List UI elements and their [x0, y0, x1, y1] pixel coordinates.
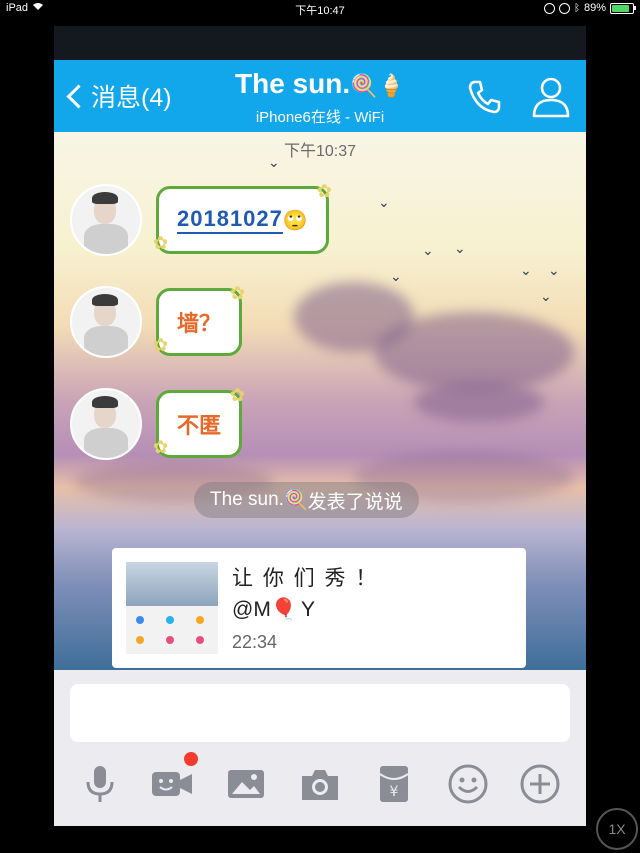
battery-percent: 89%: [583, 2, 606, 14]
message-text: 不匿: [177, 413, 222, 438]
avatar-body: [84, 224, 128, 254]
zoom-speed-button[interactable]: 1X: [596, 808, 638, 850]
image-icon: [228, 770, 264, 798]
message-bubble[interactable]: ✿ ✿ 墙？: [153, 283, 245, 356]
bird-icon: ⌄: [454, 240, 466, 256]
avatar-hair: [92, 396, 118, 408]
camera-button[interactable]: [298, 762, 342, 806]
notice-action: 发表了说说: [307, 491, 403, 513]
message-input[interactable]: [70, 684, 570, 742]
image-button[interactable]: [224, 762, 268, 806]
contact-name-text: The sun.: [235, 68, 351, 99]
mention-prefix: @M: [232, 598, 271, 621]
message-text: 墙？: [177, 311, 222, 336]
input-panel: ¥: [54, 670, 586, 826]
red-packet-icon: ¥: [379, 766, 409, 802]
video-call-icon: [152, 772, 192, 796]
message-bubble[interactable]: ✿ ✿ 20181027 🙄: [153, 181, 332, 254]
thumbnail-app-icon: [196, 616, 204, 624]
flower-decoration-icon: ✿: [153, 437, 169, 457]
phone-screen: 消息(4) The sun.🍭🍦 iPhone6在线 - WiFi ⌄ ⌄ ⌄ …: [54, 26, 586, 826]
post-mention: @M🎈 Y: [232, 598, 315, 622]
flower-decoration-icon: ✿: [229, 283, 246, 303]
shared-post-card[interactable]: 让 你 们 秀 ！ @M🎈 Y 22:34: [112, 548, 526, 668]
avatar-hair: [92, 192, 118, 204]
message-emoji: 🙄: [282, 209, 308, 232]
thumbnail-app-icon: [196, 636, 204, 644]
emoji-button[interactable]: [446, 762, 490, 806]
camera-icon: [302, 770, 338, 800]
sender-avatar[interactable]: [70, 184, 142, 256]
message-timestamp: 下午10:37: [283, 143, 357, 160]
voice-input-button[interactable]: [78, 762, 122, 806]
background-cloud: [414, 382, 544, 422]
post-title: 让 你 们 秀 ！: [232, 567, 379, 590]
post-time: 22:34: [232, 632, 278, 652]
video-call-button[interactable]: [150, 752, 198, 806]
bluetooth-icon: ᛒ: [573, 2, 580, 14]
bird-icon: ⌄: [540, 288, 552, 304]
profile-button[interactable]: [530, 74, 572, 118]
plus-icon: [520, 764, 560, 804]
thumbnail-photo: [126, 562, 218, 606]
flower-decoration-icon: ✿: [316, 181, 332, 201]
bird-icon: ⌄: [390, 268, 402, 284]
notification-dot: [184, 752, 198, 766]
system-notice[interactable]: The sun. 🍭 发表了说说: [194, 482, 419, 518]
thumbnail-app-icon: [166, 616, 174, 624]
alarm-icon: [558, 2, 570, 14]
post-thumbnail: [126, 562, 218, 654]
notice-emoji: 🍭: [283, 490, 308, 511]
thumbnail-app-icon: [136, 616, 144, 624]
chat-header: 消息(4) The sun.🍭🍦 iPhone6在线 - WiFi: [54, 60, 586, 132]
notice-name: The sun.: [210, 489, 284, 510]
phone-icon: [468, 80, 501, 114]
emoji-icon: [448, 764, 488, 804]
phone-status-strip: [54, 26, 586, 60]
avatar-body: [84, 428, 128, 458]
chat-area[interactable]: ⌄ ⌄ ⌄ ⌄ ⌄ ⌄ ⌄ ⌄ 下午10:37 ✿ ✿ 20181027 🙄 ✿: [54, 132, 586, 670]
title-decoration: 🍭🍦: [350, 73, 405, 98]
rotation-lock-icon: [543, 2, 555, 14]
mention-suffix: Y: [300, 598, 315, 621]
more-button[interactable]: [518, 762, 562, 806]
thumbnail-app-icon: [166, 636, 174, 644]
bird-icon: ⌄: [378, 194, 390, 210]
person-icon: [532, 77, 570, 118]
avatar-body: [84, 326, 128, 356]
message-text: 20181027: [177, 206, 283, 234]
mention-emoji: 🎈: [270, 598, 297, 621]
online-status: iPhone6在线 - WiFi: [255, 109, 385, 126]
microphone-icon: [86, 766, 114, 802]
sender-avatar[interactable]: [70, 286, 142, 358]
thumbnail-app-icon: [136, 636, 144, 644]
bird-icon: ⌄: [520, 262, 532, 278]
flower-decoration-icon: ✿: [229, 385, 246, 405]
flower-decoration-icon: ✿: [153, 233, 169, 253]
svg-text:¥: ¥: [390, 784, 399, 800]
background-cloud: [374, 312, 574, 392]
status-bar: iPad 下午10:47 ᛒ 89%: [0, 0, 640, 18]
avatar-hair: [92, 294, 118, 306]
contact-name[interactable]: The sun.🍭🍦: [54, 68, 586, 100]
status-right: ᛒ 89%: [543, 2, 636, 14]
bird-icon: ⌄: [422, 242, 434, 258]
sender-avatar[interactable]: [70, 388, 142, 460]
flower-decoration-icon: ✿: [153, 335, 169, 355]
voice-call-button[interactable]: [464, 76, 504, 116]
bird-icon: ⌄: [548, 262, 560, 278]
red-packet-button[interactable]: ¥: [372, 762, 416, 806]
battery-icon: [610, 2, 636, 14]
message-bubble[interactable]: ✿ ✿ 不匿: [153, 385, 245, 458]
input-toolbar: ¥: [54, 752, 586, 806]
